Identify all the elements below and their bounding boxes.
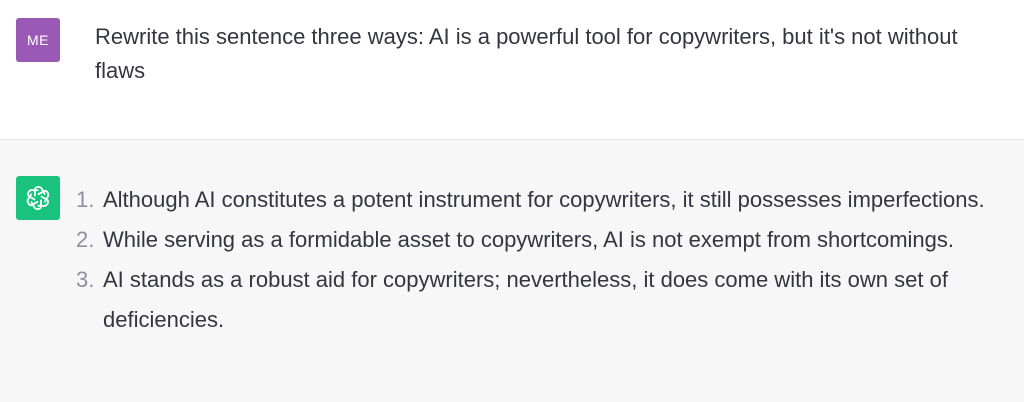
list-item-text: AI stands as a robust aid for copywriter… [103, 267, 948, 332]
list-item: 1. Although AI constitutes a potent inst… [66, 180, 1016, 220]
user-avatar: ME [16, 18, 60, 62]
user-message-row: ME Rewrite this sentence three ways: AI … [0, 0, 1024, 140]
assistant-avatar [16, 176, 60, 220]
list-item-text: Although AI constitutes a potent instrum… [103, 187, 985, 212]
user-message-text: Rewrite this sentence three ways: AI is … [95, 24, 958, 83]
assistant-message-row: 1. Although AI constitutes a potent inst… [0, 140, 1024, 402]
list-item-text: While serving as a formidable asset to c… [103, 227, 954, 252]
openai-logo-icon [26, 186, 50, 210]
list-item-number: 2. [76, 227, 95, 252]
list-item: 3. AI stands as a robust aid for copywri… [66, 260, 1016, 340]
response-list: 1. Although AI constitutes a potent inst… [66, 180, 1016, 340]
list-item-number: 3. [76, 267, 95, 292]
list-item: 2. While serving as a formidable asset t… [66, 220, 1016, 260]
list-item-number: 1. [76, 187, 95, 212]
